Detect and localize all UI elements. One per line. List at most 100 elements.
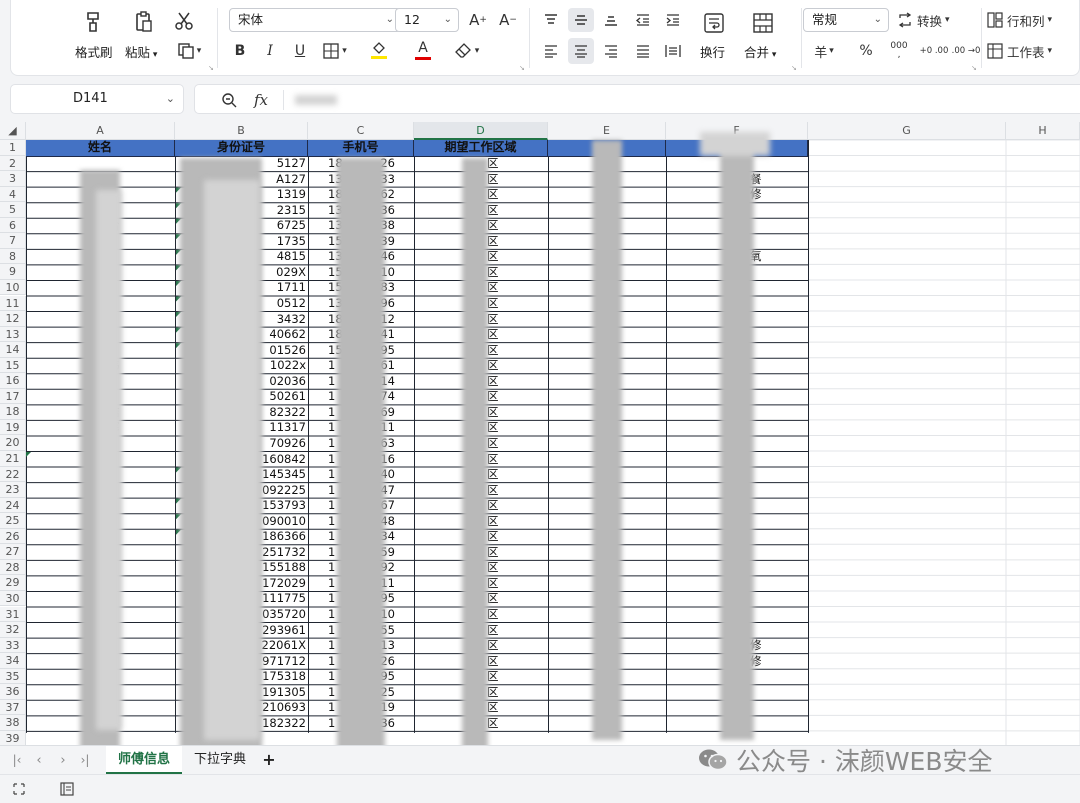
cell-id-number[interactable]: 1022x bbox=[270, 358, 306, 374]
justify-icon[interactable] bbox=[631, 40, 655, 62]
cell-work-area[interactable]: 区 bbox=[487, 436, 499, 452]
cell-work-area[interactable]: 区 bbox=[487, 187, 499, 203]
cell-phone-prefix[interactable]: 1 bbox=[328, 591, 335, 607]
cell-phone-prefix[interactable]: 1 bbox=[328, 654, 335, 670]
cell-phone-prefix[interactable]: 1 bbox=[328, 389, 335, 405]
decrease-decimal-button[interactable]: .00 →0 bbox=[951, 40, 981, 62]
row-header[interactable]: 2 bbox=[0, 155, 26, 172]
row-header[interactable]: 7 bbox=[0, 233, 26, 249]
cell-phone-prefix[interactable]: 1 bbox=[328, 576, 335, 592]
row-header[interactable]: 37 bbox=[0, 699, 26, 716]
bold-button[interactable]: B bbox=[229, 40, 251, 62]
rows-columns-button[interactable]: 行和列 ▾ bbox=[987, 9, 1073, 31]
cell-id-number[interactable]: 4815 bbox=[277, 249, 306, 265]
percent-button[interactable]: % bbox=[855, 40, 877, 62]
cell-phone-prefix[interactable]: 1 bbox=[328, 452, 335, 468]
row-header[interactable]: 13 bbox=[0, 326, 26, 343]
cell-id-number[interactable]: 035720 bbox=[262, 607, 306, 623]
cell-work-area[interactable]: 区 bbox=[487, 560, 499, 576]
cell-id-number[interactable]: 111775 bbox=[262, 591, 306, 607]
row-header[interactable]: 9 bbox=[0, 264, 26, 280]
cell-work-area[interactable]: 区 bbox=[487, 234, 499, 250]
align-middle-icon[interactable] bbox=[568, 8, 594, 32]
row-header[interactable]: 19 bbox=[0, 419, 26, 436]
row-header[interactable]: 38 bbox=[0, 715, 26, 731]
cell-id-number[interactable]: 153793 bbox=[262, 498, 306, 514]
row-header[interactable]: 30 bbox=[0, 590, 26, 607]
cell-id-number[interactable]: 155188 bbox=[262, 560, 306, 576]
cell-work-area[interactable]: 区 bbox=[487, 405, 499, 421]
cell-phone-prefix[interactable]: 1 bbox=[328, 467, 335, 483]
cell-id-number[interactable]: 1711 bbox=[277, 280, 306, 296]
cell-id-number[interactable]: 029X bbox=[276, 265, 306, 281]
header-cell-d[interactable]: 期望工作区域 bbox=[414, 140, 548, 157]
worksheet-button[interactable]: 工作表 ▾ bbox=[987, 40, 1073, 62]
cell-phone-prefix[interactable]: 1 bbox=[328, 529, 335, 545]
row-header[interactable]: 27 bbox=[0, 544, 26, 560]
cell-id-number[interactable]: 0512 bbox=[277, 296, 306, 312]
font-name-select[interactable]: 宋体 ⌄ bbox=[229, 8, 401, 32]
dialog-launcher-icon[interactable]: ↘ bbox=[971, 64, 977, 72]
row-header[interactable]: 3 bbox=[0, 171, 26, 187]
cell-phone-prefix[interactable]: 1 bbox=[328, 607, 335, 623]
cell-id-number[interactable]: 3432 bbox=[277, 312, 306, 328]
align-center-icon[interactable] bbox=[568, 38, 594, 64]
cell-work-area[interactable]: 区 bbox=[487, 203, 499, 219]
cell-work-area[interactable]: 区 bbox=[487, 358, 499, 374]
row-header[interactable]: 18 bbox=[0, 404, 26, 420]
cell-id-number[interactable]: 11317 bbox=[269, 420, 306, 436]
align-bottom-icon[interactable] bbox=[599, 9, 623, 31]
cell-work-area[interactable]: 区 bbox=[487, 312, 499, 328]
select-all-corner[interactable]: ◢ bbox=[0, 122, 26, 140]
header-cell-a[interactable]: 姓名 bbox=[26, 140, 175, 157]
decrease-font-icon[interactable]: A − bbox=[497, 9, 519, 31]
dialog-launcher-icon[interactable]: ↘ bbox=[791, 64, 797, 72]
decrease-indent-icon[interactable] bbox=[631, 9, 655, 31]
column-header-c[interactable]: C bbox=[308, 122, 414, 140]
number-format-select[interactable]: 常规 ⌄ bbox=[803, 8, 889, 32]
cell-work-area[interactable]: 区 bbox=[487, 669, 499, 685]
wrap-text-button[interactable]: 换行 bbox=[700, 42, 725, 61]
row-header[interactable]: 11 bbox=[0, 295, 26, 312]
cell-work-area[interactable]: 区 bbox=[487, 467, 499, 483]
spreadsheet-grid[interactable]: ◢ A B C D E F G H 1 姓名 身份证号 手机号 期望工作区域 2 5127 18 26 区 3 A127… bbox=[0, 122, 1080, 745]
cell-id-number[interactable]: 145345 bbox=[262, 467, 306, 483]
format-painter-icon[interactable] bbox=[79, 8, 109, 36]
cell-work-area[interactable]: 区 bbox=[487, 607, 499, 623]
row-header[interactable]: 28 bbox=[0, 559, 26, 576]
copy-icon[interactable]: ▾ bbox=[171, 40, 207, 62]
cell-phone-prefix[interactable]: 1 bbox=[328, 405, 335, 421]
macro-record-icon[interactable] bbox=[10, 781, 28, 797]
cell-phone-prefix[interactable]: 1 bbox=[328, 514, 335, 530]
row-header[interactable]: 33 bbox=[0, 637, 26, 654]
merge-cells-icon[interactable] bbox=[748, 10, 778, 36]
underline-button[interactable]: U bbox=[289, 40, 311, 62]
paste-button[interactable]: 粘贴 ▾ bbox=[125, 42, 157, 61]
cell-id-number[interactable]: 186366 bbox=[262, 529, 306, 545]
cell-phone-prefix[interactable]: 1 bbox=[328, 374, 335, 390]
cell-work-area[interactable]: 区 bbox=[487, 716, 499, 732]
cell-work-area[interactable]: 区 bbox=[487, 623, 499, 639]
cell-work-area[interactable]: 区 bbox=[487, 218, 499, 234]
paste-icon[interactable] bbox=[129, 8, 159, 36]
increase-font-icon[interactable]: A + bbox=[467, 9, 489, 31]
row-header[interactable]: 4 bbox=[0, 186, 26, 203]
cell-id-number[interactable]: 22061X bbox=[262, 638, 306, 654]
cell-phone-prefix[interactable]: 1 bbox=[328, 498, 335, 514]
cell-work-area[interactable]: 区 bbox=[487, 389, 499, 405]
row-header[interactable]: 16 bbox=[0, 373, 26, 389]
cell-phone-prefix[interactable]: 1 bbox=[328, 716, 335, 732]
cell-id-number[interactable]: 172029 bbox=[262, 576, 306, 592]
row-header[interactable]: 36 bbox=[0, 684, 26, 700]
next-sheet-icon[interactable]: › bbox=[54, 751, 72, 769]
cell-id-number[interactable]: 70926 bbox=[269, 436, 306, 452]
name-box[interactable]: D141 ⌄ bbox=[10, 84, 184, 114]
cell-id-number[interactable]: 175318 bbox=[262, 669, 306, 685]
cell-id-number[interactable]: 251732 bbox=[262, 545, 306, 561]
formula-input[interactable] bbox=[295, 95, 337, 105]
cell-work-area[interactable]: 区 bbox=[487, 249, 499, 265]
cell-work-area[interactable]: 区 bbox=[487, 280, 499, 296]
align-right-icon[interactable] bbox=[599, 40, 623, 62]
cell-work-area[interactable]: 区 bbox=[487, 638, 499, 654]
zoom-search-icon[interactable] bbox=[219, 90, 239, 110]
